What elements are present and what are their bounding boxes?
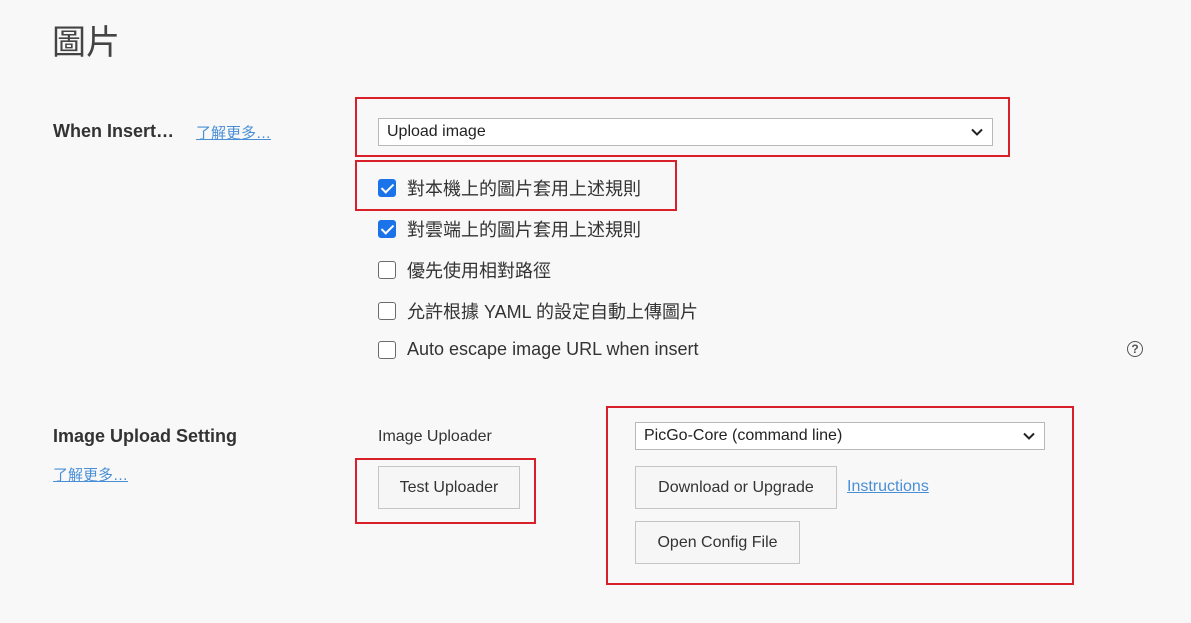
checkbox-yaml-upload[interactable]	[378, 302, 396, 320]
when-insert-select-value: Upload image	[387, 123, 486, 140]
checkbox-row-auto-escape[interactable]: Auto escape image URL when insert	[378, 339, 699, 360]
uploader-select-value: PicGo-Core (command line)	[644, 427, 843, 444]
open-config-file-button[interactable]: Open Config File	[635, 521, 800, 564]
checkbox-row-cloud-images[interactable]: 對雲端上的圖片套用上述規則	[378, 216, 641, 242]
image-uploader-label: Image Uploader	[378, 428, 492, 445]
checkbox-row-local-images[interactable]: 對本機上的圖片套用上述規則	[378, 175, 641, 201]
chevron-down-icon	[1023, 432, 1035, 440]
upload-learn-more-link[interactable]: 了解更多…	[53, 464, 128, 485]
checkbox-cloud-images[interactable]	[378, 220, 396, 238]
download-upgrade-button[interactable]: Download or Upgrade	[635, 466, 837, 509]
uploader-select[interactable]: PicGo-Core (command line)	[635, 422, 1045, 450]
checkbox-label-auto-escape: Auto escape image URL when insert	[407, 339, 699, 359]
checkbox-auto-escape[interactable]	[378, 340, 396, 359]
when-insert-learn-more-link[interactable]: 了解更多…	[196, 122, 271, 143]
checkbox-relative-path[interactable]	[378, 261, 396, 279]
checkbox-label-local-images: 對本機上的圖片套用上述規則	[407, 179, 641, 199]
when-insert-select[interactable]: Upload image	[378, 118, 993, 146]
checkbox-local-images[interactable]	[378, 179, 396, 197]
instructions-link[interactable]: Instructions	[847, 478, 929, 496]
checkbox-label-relative-path: 優先使用相對路徑	[407, 261, 551, 281]
checkbox-label-cloud-images: 對雲端上的圖片套用上述規則	[407, 220, 641, 240]
test-uploader-button[interactable]: Test Uploader	[378, 466, 520, 509]
page-title: 圖片	[52, 24, 120, 62]
checkbox-row-relative-path[interactable]: 優先使用相對路徑	[378, 257, 551, 283]
image-upload-setting-label: Image Upload Setting	[53, 426, 238, 446]
chevron-down-icon	[971, 128, 983, 136]
when-insert-label: When Insert…	[53, 121, 175, 141]
checkbox-label-yaml-upload: 允許根據 YAML 的設定自動上傳圖片	[407, 302, 699, 322]
help-icon[interactable]: ?	[1127, 341, 1143, 357]
checkbox-row-yaml-upload[interactable]: 允許根據 YAML 的設定自動上傳圖片	[378, 298, 698, 324]
